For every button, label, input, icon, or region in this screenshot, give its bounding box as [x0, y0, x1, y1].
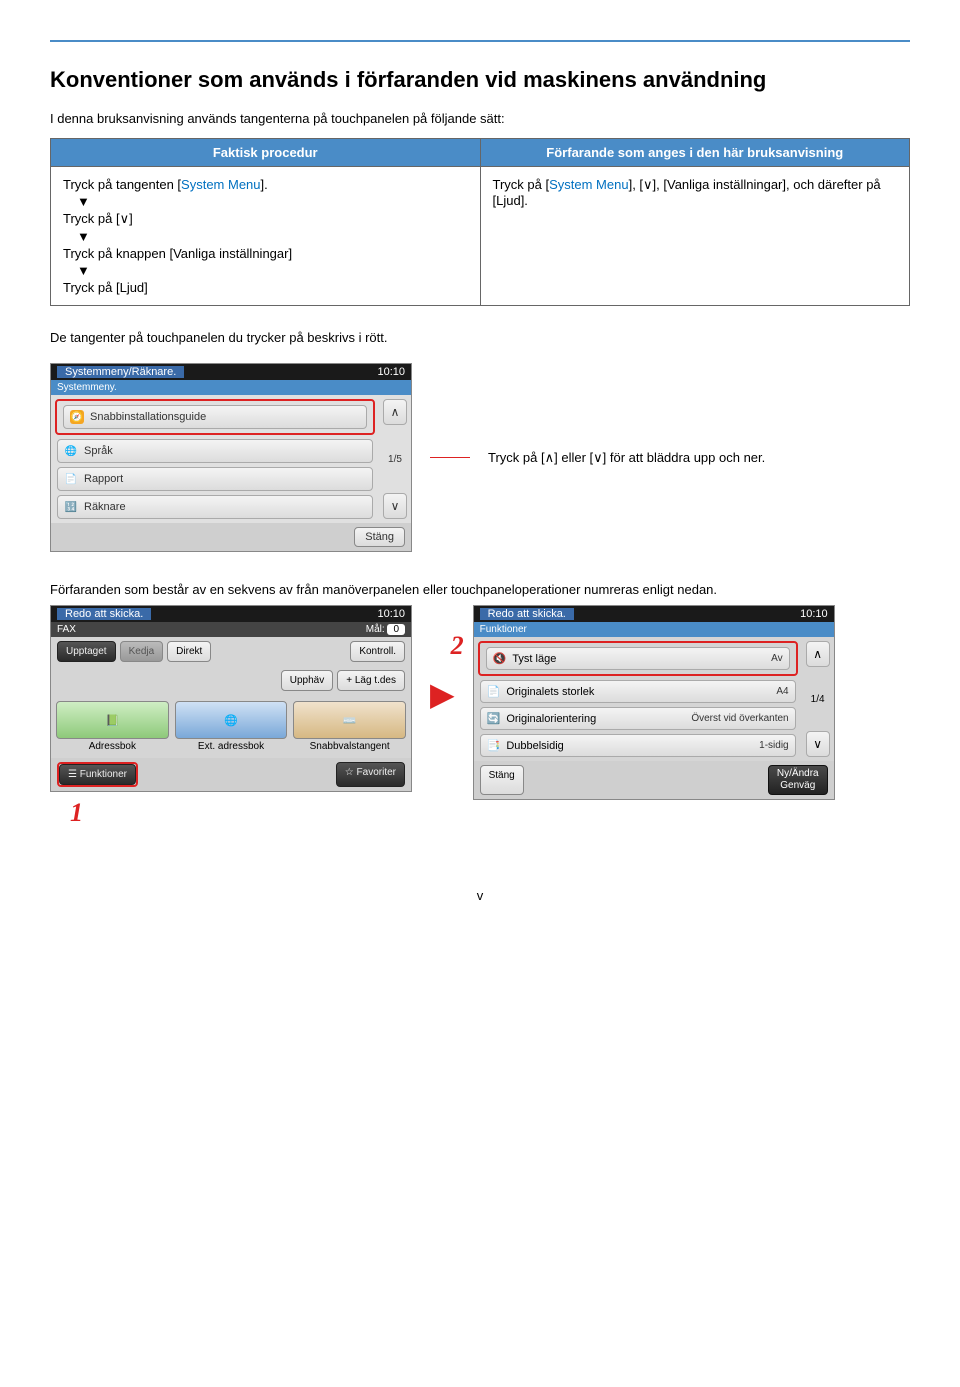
globe-icon: 🌐 [224, 714, 238, 727]
menu-item-counter[interactable]: 🔢 Räknare [57, 495, 373, 519]
menu-item-language[interactable]: 🌐 Språk [57, 439, 373, 463]
screen-subhead: Systemmeny. [51, 380, 411, 395]
subtext-1: De tangenter på touchpanelen du trycker … [50, 330, 910, 345]
subtext-2: Förfaranden som består av en sekvens av … [50, 582, 910, 597]
func-item-orientation[interactable]: 🔄Originalorientering Överst vid överkant… [480, 707, 796, 730]
func-item-duplex[interactable]: 📑Dubbelsidig 1-sidig [480, 734, 796, 757]
page-number: v [50, 888, 910, 903]
col-actual: Faktisk procedur [51, 139, 481, 167]
direct-button[interactable]: Direkt [167, 641, 211, 662]
functions-screenshot: Redo att skicka. 10:10 Funktioner 🔇Tyst … [473, 605, 835, 800]
speed-dial-button[interactable]: ⌨️ Snabbvalstangent [294, 701, 405, 752]
report-icon: 📄 [64, 472, 78, 486]
orientation-icon: 🔄 [487, 712, 501, 725]
fax-screenshot: Redo att skicka. 10:10 FAX Mål: 0 Upptag… [50, 605, 412, 792]
favorites-button[interactable]: ☆ Favoriter [336, 762, 405, 787]
intro-text: I denna bruksanvisning används tangenter… [50, 111, 910, 126]
procedure-table: Faktisk procedur Förfarande som anges i … [50, 138, 910, 306]
globe-icon: 🌐 [64, 444, 78, 458]
wizard-icon: 🧭 [70, 410, 84, 424]
address-book-button[interactable]: 📗 Adressbok [57, 701, 168, 752]
func-subhead: Funktioner [474, 622, 834, 637]
quiet-icon: 🔇 [493, 652, 507, 665]
menu-item-quickinstall[interactable]: 🧭 Snabbinstallationsguide [63, 405, 367, 429]
procedure-right: Tryck på [System Menu], [∨], [Vanliga in… [480, 167, 910, 306]
callout-text: Tryck på [∧] eller [∨] för att bläddra u… [488, 450, 765, 466]
screen-time: 10:10 [377, 366, 405, 378]
page-indicator: 1/4 [806, 671, 830, 727]
step-number-1: 1 [70, 798, 412, 828]
down-arrow-icon: ▼ [63, 194, 468, 209]
check-button[interactable]: Kontroll. [350, 641, 405, 662]
scroll-up-button[interactable]: ∧ [383, 399, 407, 425]
close-button[interactable]: Stäng [354, 527, 405, 547]
down-arrow-icon: ▼ [63, 229, 468, 244]
duplex-icon: 📑 [487, 739, 501, 752]
col-described: Förfarande som anges i den här bruksanvi… [480, 139, 910, 167]
func-item-size[interactable]: 📄Originalets storlek A4 [480, 680, 796, 703]
callout-line [430, 457, 470, 458]
close-button[interactable]: Stäng [480, 765, 524, 795]
procedure-left: Tryck på tangenten [System Menu]. ▼ Tryc… [51, 167, 481, 306]
book-icon: 📗 [105, 714, 119, 727]
page-icon: 📄 [487, 685, 501, 698]
scroll-down-button[interactable]: ∨ [806, 731, 830, 757]
right-triangle-icon: ▶ [430, 675, 455, 713]
step-number-2: 2 [451, 631, 464, 661]
scroll-up-button[interactable]: ∧ [806, 641, 830, 667]
func-item-quiet[interactable]: 🔇Tyst läge Av [486, 647, 790, 670]
ext-address-book-button[interactable]: 🌐 Ext. adressbok [176, 701, 287, 752]
func-time: 10:10 [800, 608, 828, 620]
list-icon: ☰ [68, 769, 77, 780]
chevron-down-icon: ∨ [120, 211, 130, 226]
chevron-up-icon: ∧ [545, 450, 555, 465]
keyboard-icon: ⌨️ [343, 714, 357, 727]
chevron-down-icon: ∨ [593, 450, 603, 465]
system-menu-screenshot: Systemmeny/Räknare. 10:10 Systemmeny. 🧭 … [50, 363, 412, 552]
page-indicator: 1/5 [383, 429, 407, 489]
add-dest-button[interactable]: + Läg t.des [337, 670, 405, 691]
cancel-button[interactable]: Upphäv [281, 670, 333, 691]
busy-button[interactable]: Upptaget [57, 641, 116, 662]
down-arrow-icon: ▼ [63, 263, 468, 278]
shortcut-button[interactable]: Ny/Ändra Genväg [768, 765, 828, 795]
functions-button[interactable]: ☰ Funktioner [59, 764, 136, 785]
chevron-down-icon: ∨ [643, 177, 653, 192]
scroll-down-button[interactable]: ∨ [383, 493, 407, 519]
screen-title: Systemmeny/Räknare. [57, 366, 184, 378]
star-icon: ☆ [345, 767, 354, 778]
fax-sub: FAX [57, 624, 76, 635]
func-title: Redo att skicka. [480, 608, 574, 620]
fax-title: Redo att skicka. [57, 608, 151, 620]
counter-icon: 🔢 [64, 500, 78, 514]
plus-icon: + [346, 675, 352, 686]
dest-count: 0 [387, 624, 405, 635]
fax-time: 10:10 [377, 608, 405, 620]
chain-button[interactable]: Kedja [120, 641, 164, 662]
menu-item-report[interactable]: 📄 Rapport [57, 467, 373, 491]
page-heading: Konventioner som används i förfaranden v… [50, 67, 910, 93]
